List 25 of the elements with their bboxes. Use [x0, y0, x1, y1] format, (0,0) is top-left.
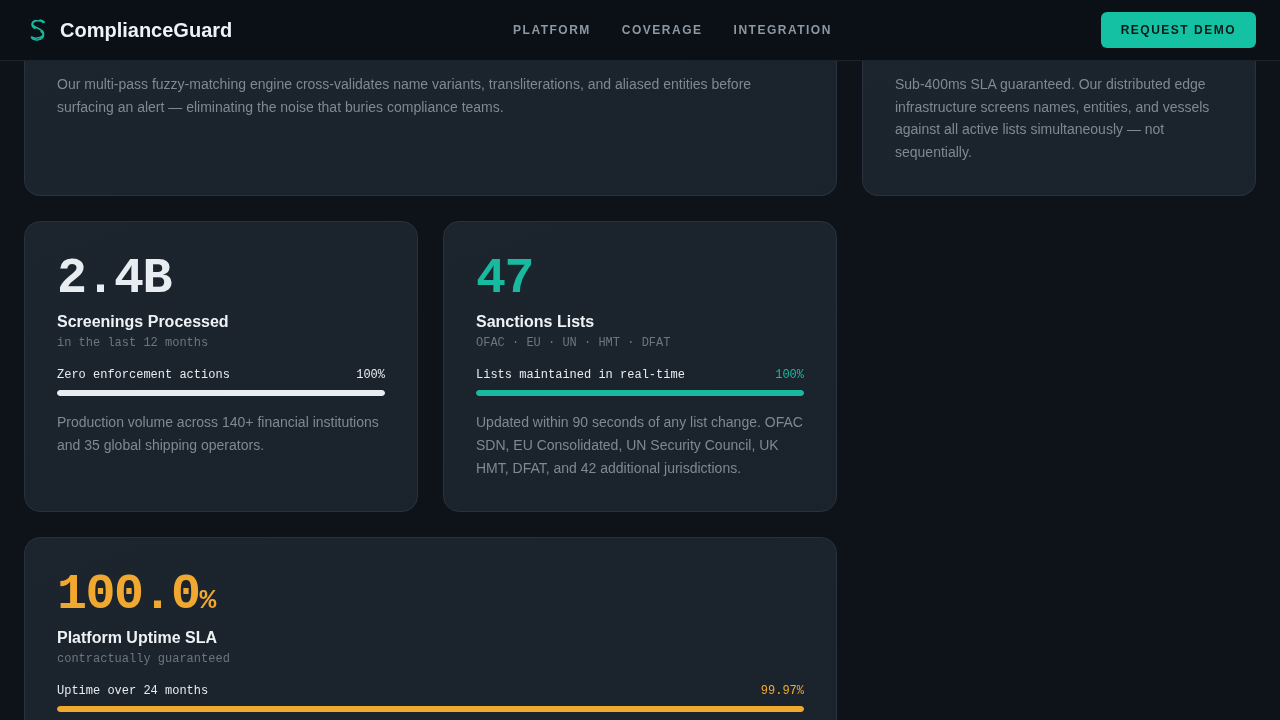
logo-icon — [30, 19, 46, 41]
feature-description: Sub-400ms SLA guaranteed. Our distributed edge infrastructure screens names, entities, and vessels against all active lists simultaneously — not sequentially. — [895, 75, 1211, 162]
stat-value: 47 — [476, 254, 534, 305]
nav-link[interactable]: PLATFORM — [513, 23, 591, 37]
stat-description: Updated within 90 seconds of any list change. OFAC SDN, EU Consolidated, UN Security Council, UK HMT, DFAT, and 42 additional jurisdictions. — [476, 413, 804, 478]
stat-title: Sanctions Lists — [476, 312, 596, 333]
nav-link[interactable]: COVERAGE — [621, 23, 703, 37]
stat-title: Platform Uptime SLA — [57, 628, 218, 649]
meter-label: Zero enforcement actions — [57, 367, 230, 384]
meter-label: Uptime over 24 months — [57, 683, 209, 700]
stat-description: Production volume across 140+ financial institutions and 35 global shipping operators. — [57, 413, 380, 455]
brand-name: ComplianceGuard — [60, 18, 233, 42]
request-demo-button[interactable]: REQUEST DEMO — [1100, 12, 1256, 48]
meter-reading: 100% — [775, 367, 804, 384]
meter-reading: 99.97% — [760, 683, 804, 700]
stat-subtitle: in the last 12 months — [57, 335, 210, 352]
nav-link[interactable]: INTEGRATION — [733, 23, 832, 37]
stat-subtitle: OFAC · EU · UN · HMT · DFAT — [476, 335, 672, 352]
stat-value: 100.0% — [57, 570, 218, 621]
meter-reading: 100% — [356, 367, 385, 384]
feature-description: Our multi-pass fuzzy-matching engine cross-validates name variants, transliterations, and aliased entities before surfacing an alert — eliminating the noise that buries compliance teams. — [57, 75, 753, 117]
stat-title: Screenings Processed — [57, 312, 230, 333]
stat-subtitle: contractually guaranteed — [57, 651, 231, 668]
stat-value: 2.4B — [57, 254, 173, 305]
meter-label: Lists maintained in real-time — [476, 367, 685, 384]
